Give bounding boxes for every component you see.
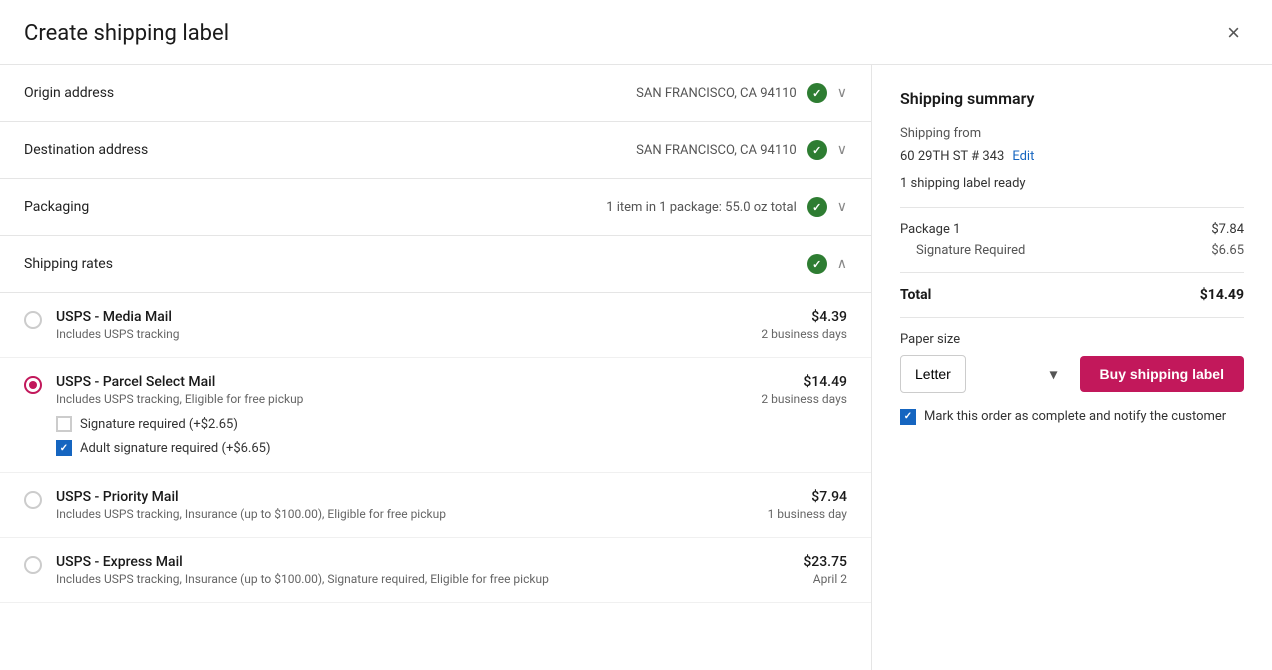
package1-price: $7.84 [1211, 222, 1244, 237]
rate-desc: Includes USPS tracking, Eligible for fre… [56, 392, 747, 406]
packaging-chevron-icon [837, 199, 847, 215]
notify-label: Mark this order as complete and notify t… [924, 409, 1226, 424]
rate-item: USPS - Priority Mail Includes USPS track… [0, 473, 871, 538]
option-label: Adult signature required (+$6.65) [80, 441, 271, 456]
destination-address-value: SAN FRANCISCO, CA 94110 [636, 143, 797, 158]
rate-radio[interactable] [24, 556, 42, 574]
labels-ready: 1 shipping label ready [900, 176, 1244, 191]
total-label: Total [900, 287, 931, 303]
origin-chevron-icon [837, 85, 847, 101]
signature-label: Signature Required [916, 243, 1025, 258]
origin-address-label: Origin address [24, 85, 114, 101]
rate-price: $23.75 April 2 [803, 554, 847, 586]
rate-radio[interactable] [24, 376, 42, 394]
signature-price: $6.65 [1211, 243, 1244, 258]
origin-address-right: SAN FRANCISCO, CA 94110 [636, 83, 847, 103]
rate-desc: Includes USPS tracking, Insurance (up to… [56, 507, 754, 521]
rate-name: USPS - Parcel Select Mail [56, 374, 747, 390]
rate-option: Adult signature required (+$6.65) [56, 440, 747, 456]
notify-checkbox[interactable] [900, 409, 916, 425]
paper-size-select[interactable]: Letter 4x6 [900, 355, 966, 393]
paper-size-row: Letter 4x6 Buy shipping label [900, 355, 1244, 393]
rate-name: USPS - Media Mail [56, 309, 747, 325]
rate-option: Signature required (+$2.65) [56, 416, 747, 432]
packaging-check-icon [807, 197, 827, 217]
modal-header: Create shipping label × [0, 0, 1272, 65]
close-button[interactable]: × [1219, 18, 1248, 48]
destination-chevron-icon [837, 142, 847, 158]
rate-item: USPS - Media Mail Includes USPS tracking… [0, 293, 871, 358]
buy-shipping-label-button[interactable]: Buy shipping label [1080, 356, 1244, 392]
package1-line: Package 1 $7.84 [900, 222, 1244, 237]
rate-name: USPS - Express Mail [56, 554, 789, 570]
rates-container: USPS - Media Mail Includes USPS tracking… [0, 293, 871, 603]
shipping-rates-header[interactable]: Shipping rates [0, 236, 871, 293]
summary-address: 60 29TH ST # 343 Edit [900, 149, 1244, 164]
rate-info: USPS - Media Mail Includes USPS tracking [56, 309, 747, 341]
packaging-row: Packaging 1 item in 1 package: 55.0 oz t… [0, 179, 871, 236]
edit-address-link[interactable]: Edit [1012, 149, 1034, 164]
rate-info: USPS - Express Mail Includes USPS tracki… [56, 554, 789, 586]
paper-size-label: Paper size [900, 332, 1244, 347]
packaging-label: Packaging [24, 199, 89, 215]
destination-check-icon [807, 140, 827, 160]
right-panel: Shipping summary Shipping from 60 29TH S… [872, 65, 1272, 670]
option-checkbox[interactable] [56, 416, 72, 432]
rate-item: USPS - Parcel Select Mail Includes USPS … [0, 358, 871, 473]
total-line: Total $14.49 [900, 287, 1244, 303]
rate-radio[interactable] [24, 311, 42, 329]
rate-desc: Includes USPS tracking [56, 327, 747, 341]
origin-address-header[interactable]: Origin address SAN FRANCISCO, CA 94110 [0, 65, 871, 121]
rate-radio[interactable] [24, 491, 42, 509]
origin-address-value: SAN FRANCISCO, CA 94110 [636, 86, 797, 101]
rate-delivery: 2 business days [761, 327, 847, 341]
summary-title: Shipping summary [900, 89, 1244, 108]
destination-address-header[interactable]: Destination address SAN FRANCISCO, CA 94… [0, 122, 871, 178]
modal-body: Origin address SAN FRANCISCO, CA 94110 D… [0, 65, 1272, 670]
rate-price: $4.39 2 business days [761, 309, 847, 341]
rate-options: Signature required (+$2.65) Adult signat… [56, 416, 747, 456]
package1-label: Package 1 [900, 222, 960, 237]
packaging-right: 1 item in 1 package: 55.0 oz total [606, 197, 847, 217]
rate-delivery: April 2 [803, 572, 847, 586]
total-price: $14.49 [1200, 287, 1244, 303]
rate-info: USPS - Priority Mail Includes USPS track… [56, 489, 754, 521]
rate-price-value: $7.94 [768, 489, 847, 505]
rate-item: USPS - Express Mail Includes USPS tracki… [0, 538, 871, 603]
packaging-header[interactable]: Packaging 1 item in 1 package: 55.0 oz t… [0, 179, 871, 235]
origin-check-icon [807, 83, 827, 103]
rate-desc: Includes USPS tracking, Insurance (up to… [56, 572, 789, 586]
destination-address-right: SAN FRANCISCO, CA 94110 [636, 140, 847, 160]
modal-title: Create shipping label [24, 21, 229, 46]
left-panel: Origin address SAN FRANCISCO, CA 94110 D… [0, 65, 872, 670]
rate-info: USPS - Parcel Select Mail Includes USPS … [56, 374, 747, 456]
signature-line: Signature Required $6.65 [900, 243, 1244, 258]
notify-row: Mark this order as complete and notify t… [900, 409, 1244, 425]
origin-address-row: Origin address SAN FRANCISCO, CA 94110 [0, 65, 871, 122]
rate-price: $14.49 2 business days [761, 374, 847, 406]
rate-price: $7.94 1 business day [768, 489, 847, 521]
option-label: Signature required (+$2.65) [80, 417, 238, 432]
divider-2 [900, 272, 1244, 273]
summary-address-text: 60 29TH ST # 343 [900, 149, 1004, 164]
destination-address-row: Destination address SAN FRANCISCO, CA 94… [0, 122, 871, 179]
paper-size-select-wrapper: Letter 4x6 [900, 355, 1070, 393]
rate-name: USPS - Priority Mail [56, 489, 754, 505]
divider-1 [900, 207, 1244, 208]
shipping-from-label: Shipping from [900, 124, 1244, 145]
rate-price-value: $4.39 [761, 309, 847, 325]
shipping-rates-right [807, 254, 847, 274]
rate-delivery: 2 business days [761, 392, 847, 406]
create-shipping-label-modal: Create shipping label × Origin address S… [0, 0, 1272, 670]
rates-check-icon [807, 254, 827, 274]
rate-delivery: 1 business day [768, 507, 847, 521]
shipping-rates-label: Shipping rates [24, 256, 113, 272]
rate-price-value: $23.75 [803, 554, 847, 570]
option-checkbox[interactable] [56, 440, 72, 456]
destination-address-label: Destination address [24, 142, 148, 158]
rate-price-value: $14.49 [761, 374, 847, 390]
rates-chevron-icon [837, 256, 847, 272]
packaging-value: 1 item in 1 package: 55.0 oz total [606, 200, 797, 215]
divider-3 [900, 317, 1244, 318]
